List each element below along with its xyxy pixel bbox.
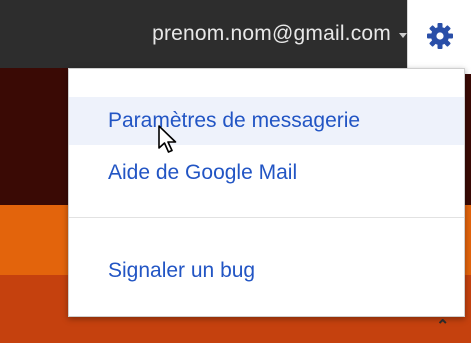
top-bar: prenom.nom@gmail.com: [0, 0, 471, 68]
account-email: prenom.nom@gmail.com: [152, 22, 391, 45]
account-switcher[interactable]: prenom.nom@gmail.com: [152, 19, 407, 49]
settings-button[interactable]: [407, 0, 471, 74]
settings-dropdown-menu: Paramètres de messagerie Aide de Google …: [68, 68, 465, 317]
menu-item-mail-settings[interactable]: Paramètres de messagerie: [69, 97, 464, 145]
menu-divider: [69, 217, 464, 218]
caret-down-icon: [399, 33, 407, 38]
menu-item-report-bug[interactable]: Signaler un bug: [69, 255, 464, 289]
menu-item-help[interactable]: Aide de Google Mail: [69, 157, 464, 191]
gear-icon: [426, 23, 453, 49]
gmail-screen: prenom.nom@gmail.com Paramètres de messa…: [0, 0, 471, 343]
chevron-up-icon[interactable]: ⌃: [436, 316, 449, 336]
